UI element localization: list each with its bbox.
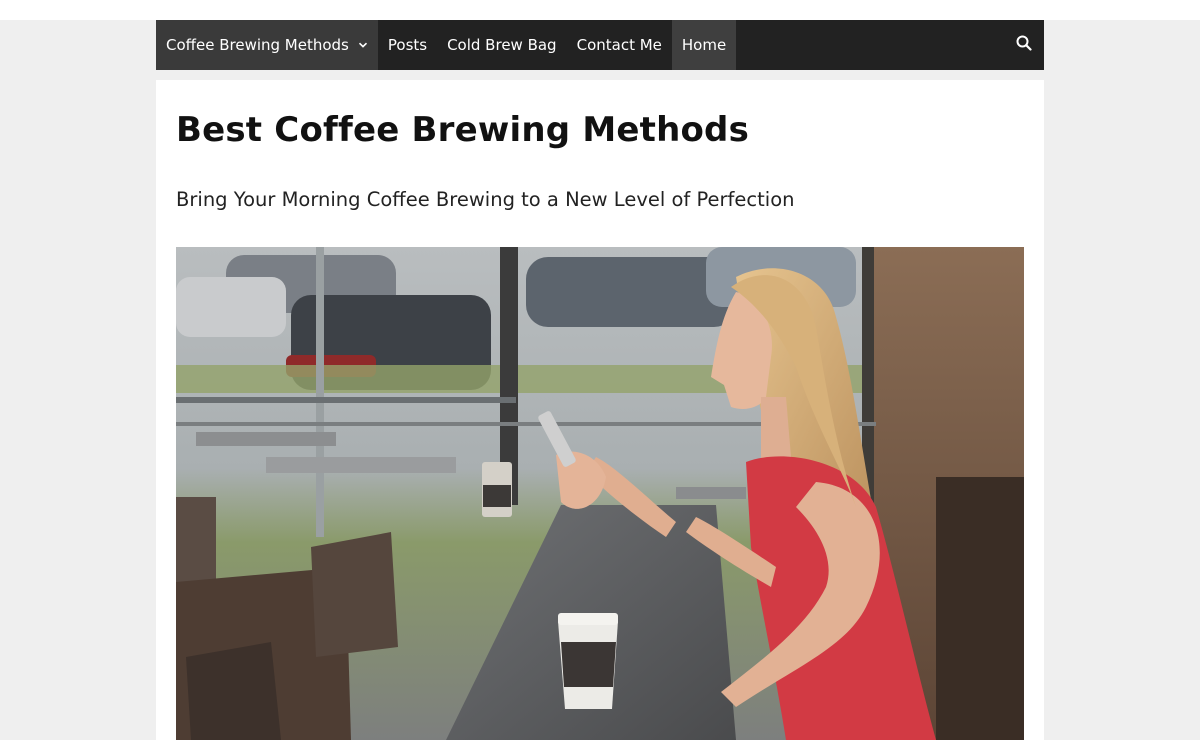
main-navigation: Coffee Brewing Methods Posts Cold Brew B… [156,20,1044,70]
hero-image [176,247,1024,740]
nav-item-label: Contact Me [576,36,662,54]
nav-item-home[interactable]: Home [671,20,737,70]
main-content: Best Coffee Brewing Methods Bring Your M… [156,80,1044,740]
search-icon [1016,35,1032,55]
search-button[interactable] [1004,20,1044,70]
chevron-down-icon [358,41,368,49]
nav-item-cold-brew-bag[interactable]: Cold Brew Bag [437,20,567,70]
nav-item-label: Coffee Brewing Methods [166,36,349,54]
nav-item-coffee-brewing-methods[interactable]: Coffee Brewing Methods [156,20,378,70]
page-title: Best Coffee Brewing Methods [176,110,750,150]
nav-item-label: Posts [387,36,428,54]
nav-item-label: Cold Brew Bag [447,36,557,54]
nav-item-contact-me[interactable]: Contact Me [567,20,672,70]
nav-item-label: Home [681,36,727,54]
page-subtitle: Bring Your Morning Coffee Brewing to a N… [176,188,795,211]
nav-item-posts[interactable]: Posts [378,20,437,70]
